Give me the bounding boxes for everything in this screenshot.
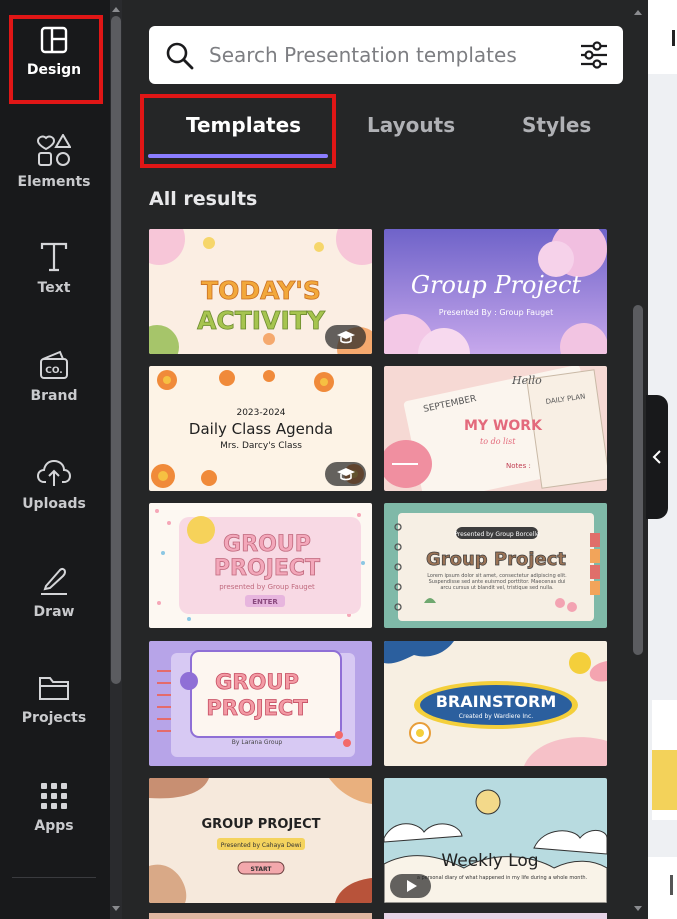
nav-brand[interactable]: CO. Brand (0, 324, 108, 424)
collapse-panel-button[interactable] (646, 395, 668, 519)
notes-icon[interactable] (670, 875, 675, 895)
card-subtitle: presented by Group Fauget (219, 583, 315, 591)
card-subtitle: Created by Wardiere Inc. (459, 713, 533, 720)
folder-icon (39, 677, 69, 700)
card-subtitle: Mrs. Darcy's Class (220, 441, 302, 451)
card-hello: Hello (511, 374, 542, 387)
header-text-fragment (672, 30, 675, 46)
thumbnail-content (652, 750, 677, 810)
card-subtitle: Presented by Group Borcelle (454, 531, 540, 538)
card-notes: Notes : (506, 462, 531, 470)
template-card-next-row[interactable] (384, 913, 607, 919)
card-year: 2023-2024 (236, 408, 285, 418)
nav-text[interactable]: Text (0, 216, 108, 316)
nav-projects[interactable]: Projects (0, 648, 108, 748)
annotation-highlight-templates (140, 94, 336, 168)
card-subtitle: By Larana Group (232, 739, 283, 746)
nav-label: Draw (33, 604, 75, 620)
template-card-my-work[interactable]: SEPTEMBER MY WORK to do list DAILY PLAN … (384, 366, 607, 491)
filter-icon[interactable] (579, 40, 609, 70)
scroll-down-arrow[interactable] (112, 906, 120, 911)
editor-footer (648, 857, 677, 919)
card-title: TODAY'S (201, 276, 321, 305)
nav-draw[interactable]: Draw (0, 540, 108, 640)
shapes-icon (37, 134, 71, 166)
nav-label: Projects (21, 710, 87, 726)
search-placeholder: Search Presentation templates (209, 43, 517, 67)
scroll-down-arrow[interactable] (634, 906, 642, 911)
play-icon (406, 880, 417, 892)
search-icon (166, 42, 194, 70)
nav-label: Elements (17, 174, 91, 190)
panel-scrollbar-thumb[interactable] (633, 305, 643, 655)
premium-badge (325, 462, 366, 486)
card-title: BRAINSTORM (436, 692, 557, 711)
premium-badge (325, 325, 366, 349)
template-card-todays-activity[interactable]: TODAY'S ACTIVITY (149, 229, 372, 354)
card-subtitle: Presented by Cahaya Dewi (221, 842, 302, 849)
grid-icon (41, 783, 67, 809)
tab-layouts[interactable]: Layouts (367, 113, 455, 137)
card-title: GROUP (223, 532, 311, 557)
template-card-group-project-purple[interactable]: Group Project Presented By : Group Fauge… (384, 229, 607, 354)
page-thumbnail[interactable] (652, 700, 677, 820)
search-input[interactable]: Search Presentation templates (149, 26, 623, 84)
card-button: START (250, 866, 272, 873)
svg-text:CO.: CO. (45, 366, 62, 376)
nav-label: Uploads (22, 496, 86, 512)
nav-apps[interactable]: Apps (0, 756, 108, 856)
editor-header (648, 0, 677, 74)
rail-scrollbar-thumb[interactable] (111, 16, 121, 684)
card-title: GROUP PROJECT (201, 817, 320, 832)
card-subtitle: Presented By : Group Fauget (439, 308, 553, 317)
chevron-left-icon (652, 450, 661, 464)
divider (12, 877, 96, 878)
graduation-cap-icon (336, 331, 355, 344)
card-subtitle: to do list (480, 437, 516, 446)
template-card-brainstorm[interactable]: BRAINSTORM Created by Wardiere Inc. (384, 641, 607, 766)
card-title-2: PROJECT (214, 556, 320, 581)
card-title: MY WORK (464, 418, 543, 434)
template-card-group-project-green[interactable]: Presented by Group Borcelle Group Projec… (384, 503, 607, 628)
card-title: Group Project (426, 549, 566, 570)
scroll-up-arrow[interactable] (634, 10, 642, 15)
card-title-2: PROJECT (206, 696, 308, 720)
results-heading: All results (149, 188, 258, 210)
brand-icon: CO. (40, 350, 68, 379)
nav-label: Text (37, 280, 71, 296)
card-button: ENTER (252, 598, 278, 606)
card-title: Daily Class Agenda (189, 420, 333, 438)
text-icon (40, 242, 68, 272)
template-card-next-row[interactable] (149, 913, 372, 919)
nav-label: Apps (34, 818, 74, 834)
cloud-upload-icon (37, 459, 71, 486)
card-title: Group Project (411, 271, 582, 299)
template-card-group-project-pink[interactable]: GROUP PROJECT presented by Group Fauget … (149, 503, 372, 628)
nav-label: Brand (30, 388, 78, 404)
video-badge (390, 874, 431, 898)
tab-styles[interactable]: Styles (522, 113, 591, 137)
template-card-group-project-start[interactable]: GROUP PROJECT Presented by Cahaya Dewi S… (149, 778, 372, 903)
template-card-group-project-lavender[interactable]: GROUP PROJECT By Larana Group (149, 641, 372, 766)
card-title: Weekly Log (441, 851, 538, 871)
card-title: GROUP (215, 670, 299, 694)
card-subtitle: a personal diary of what happened in my … (417, 875, 588, 881)
nav-elements[interactable]: Elements (0, 108, 108, 208)
side-navigation: Design Elements Text CO. Brand Uploads D… (0, 0, 110, 919)
templates-panel: Search Presentation templates Templates … (122, 0, 648, 919)
graduation-cap-icon (336, 468, 355, 481)
pen-icon (41, 567, 67, 595)
card-subtitle: ACTIVITY (197, 306, 326, 335)
scroll-up-arrow[interactable] (112, 7, 120, 12)
annotation-highlight-design (9, 15, 103, 104)
nav-uploads[interactable]: Uploads (0, 432, 108, 532)
card-body: Lorem ipsum dolor sit amet, consectetur … (427, 573, 567, 591)
template-card-daily-class-agenda[interactable]: 2023-2024 Daily Class Agenda Mrs. Darcy'… (149, 366, 372, 491)
template-card-weekly-log[interactable]: Weekly Log a personal diary of what happ… (384, 778, 607, 903)
